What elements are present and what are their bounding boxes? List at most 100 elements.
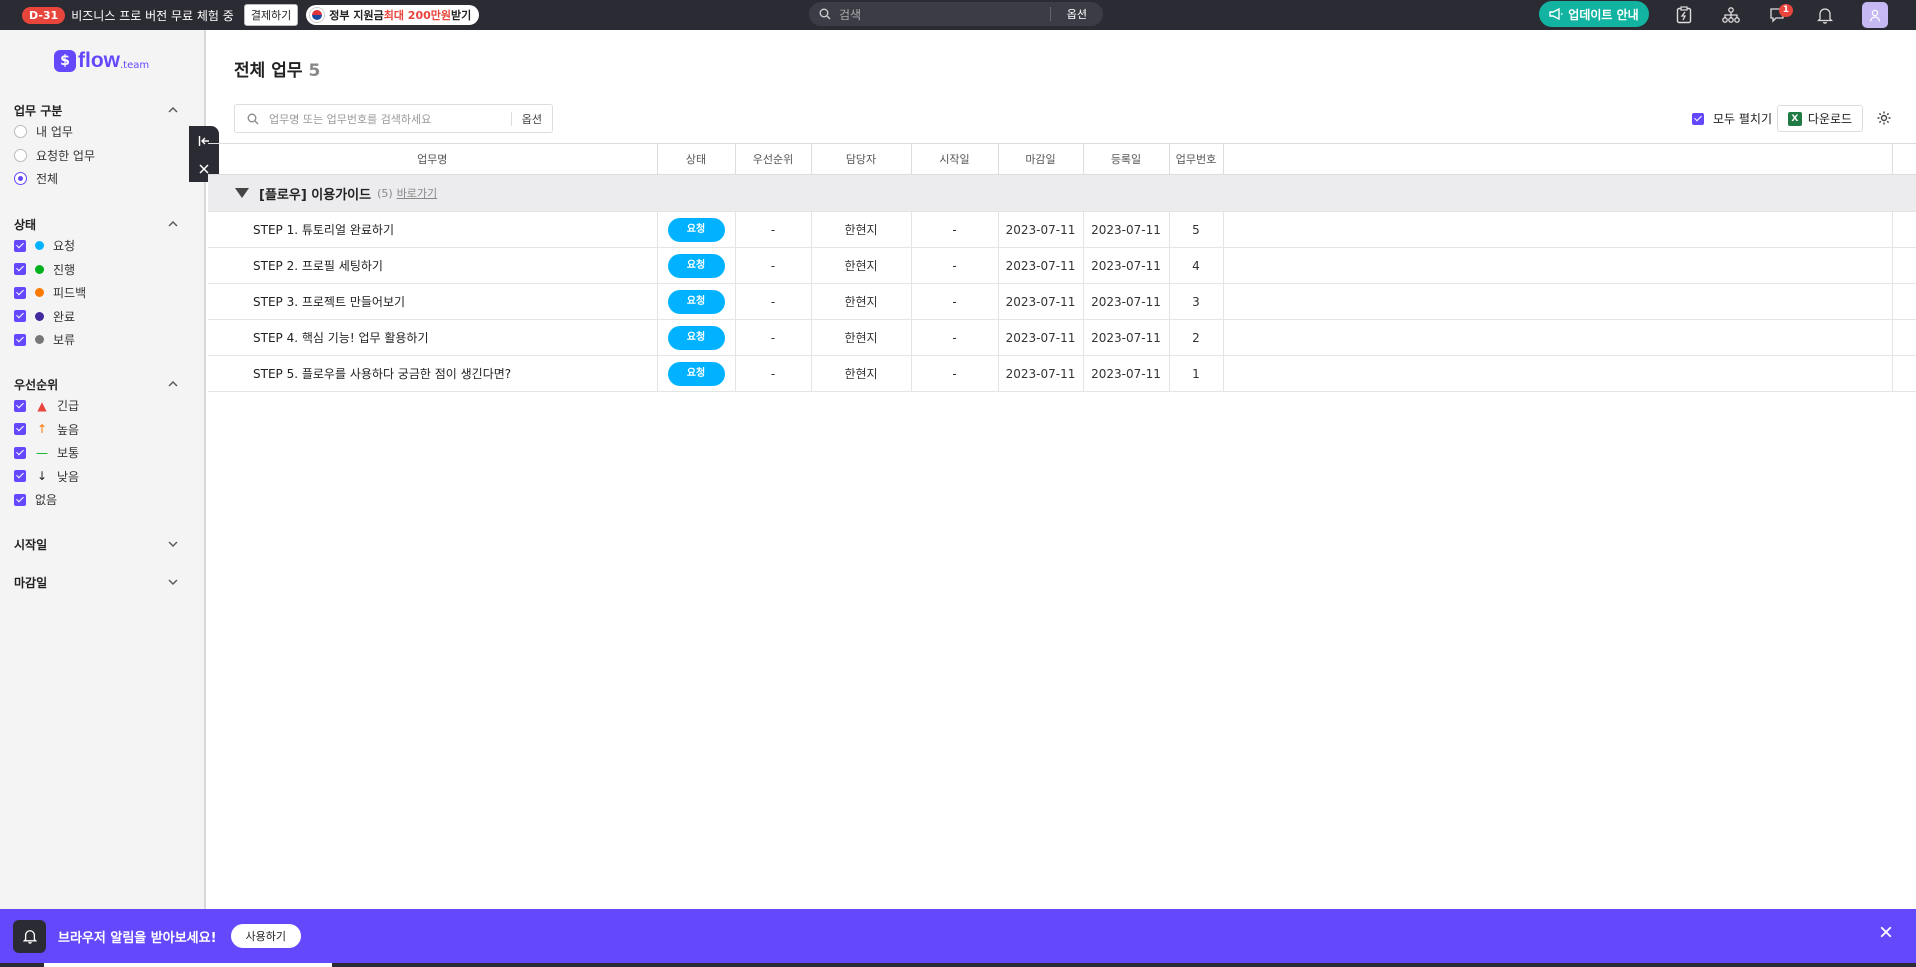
checkbox[interactable] <box>14 333 26 346</box>
task-name[interactable]: STEP 3. 프로젝트 만들어보기 <box>208 283 658 320</box>
status-header[interactable]: 상태 <box>14 214 178 234</box>
col-header-start-date[interactable]: 시작일 <box>911 143 999 175</box>
task-type-option-requested[interactable]: 요청한 업무 <box>14 144 178 168</box>
status-option-progress[interactable]: 진행 <box>14 258 178 282</box>
priority-option-high[interactable]: ↑ 높음 <box>14 418 178 442</box>
status-badge[interactable]: 요청 <box>667 217 725 242</box>
assignee-cell[interactable]: 한현지 <box>811 319 912 356</box>
priority-cell[interactable]: - <box>735 319 812 356</box>
radio-button[interactable] <box>14 125 27 139</box>
download-button[interactable]: X 다운로드 <box>1777 105 1863 132</box>
task-search[interactable]: 업무명 또는 업무번호를 검색하세요 옵션 <box>234 104 553 133</box>
pay-button[interactable]: 결제하기 <box>243 4 299 26</box>
start-date-cell[interactable]: - <box>911 247 999 284</box>
col-header-created-date[interactable]: 등록일 <box>1083 143 1170 175</box>
status-option-done[interactable]: 완료 <box>14 305 178 329</box>
user-avatar-icon[interactable] <box>1862 2 1888 28</box>
priority-cell[interactable]: - <box>735 283 812 320</box>
task-name[interactable]: STEP 5. 플로우를 사용하다 궁금한 점이 생긴다면? <box>208 355 658 392</box>
close-icon[interactable] <box>1880 926 1892 938</box>
priority-cell[interactable]: - <box>735 247 812 284</box>
expand-all-toggle[interactable]: 모두 펼치기 <box>1692 110 1772 127</box>
table-row[interactable]: STEP 5. 플로우를 사용하다 궁금한 점이 생긴다면? 요청 - 한현지 … <box>208 355 1916 392</box>
checkbox[interactable] <box>14 286 26 299</box>
bell-icon[interactable] <box>1814 4 1836 26</box>
collapse-triangle-icon[interactable] <box>235 188 249 198</box>
checkbox[interactable] <box>14 493 26 506</box>
col-header-due-date[interactable]: 마감일 <box>998 143 1084 175</box>
priority-header[interactable]: 우선순위 <box>14 374 178 394</box>
chat-icon[interactable]: 1 <box>1767 4 1793 26</box>
radio-button[interactable] <box>14 148 27 162</box>
task-type-header[interactable]: 업무 구분 <box>14 100 178 120</box>
due-date-cell[interactable]: 2023-07-11 <box>998 283 1084 320</box>
global-search-input[interactable]: 검색 <box>839 6 1050 23</box>
priority-option-normal[interactable]: — 보통 <box>14 441 178 465</box>
due-date-cell[interactable]: 2023-07-11 <box>998 319 1084 356</box>
checkbox[interactable] <box>14 446 26 459</box>
start-date-cell[interactable]: - <box>911 283 999 320</box>
update-notice-button[interactable]: 업데이트 안내 <box>1539 1 1649 27</box>
col-header-task-id[interactable]: 업무번호 <box>1169 143 1224 175</box>
task-type-option-mine[interactable]: 내 업무 <box>14 120 178 144</box>
checkbox[interactable] <box>1692 112 1704 125</box>
col-header-status[interactable]: 상태 <box>657 143 736 175</box>
search-option-button[interactable]: 옵션 <box>1051 6 1103 22</box>
lightning-clipboard-icon[interactable] <box>1673 4 1695 26</box>
priority-option-none[interactable]: 없음 <box>14 488 178 512</box>
task-name[interactable]: STEP 1. 튜토리얼 완료하기 <box>208 211 658 248</box>
start-date-header[interactable]: 시작일 <box>14 534 178 554</box>
task-type-option-all[interactable]: 전체 <box>14 167 178 191</box>
table-row[interactable]: STEP 1. 튜토리얼 완료하기 요청 - 한현지 - 2023-07-11 … <box>208 211 1916 248</box>
priority-option-urgent[interactable]: ▲ 긴급 <box>14 394 178 418</box>
group-shortcut-link[interactable]: 바로가기 <box>397 185 437 201</box>
status-option-feedback[interactable]: 피드백 <box>14 281 178 305</box>
priority-option-low[interactable]: ↓ 낮음 <box>14 465 178 489</box>
org-chart-icon[interactable] <box>1720 4 1742 26</box>
due-date-cell[interactable]: 2023-07-11 <box>998 247 1084 284</box>
status-option-hold[interactable]: 보류 <box>14 328 178 352</box>
gov-subsidy-banner[interactable]: 정부 지원금 최대 200만원 받기 <box>306 5 480 25</box>
checkbox[interactable] <box>14 239 26 252</box>
status-badge[interactable]: 요청 <box>667 325 725 350</box>
task-name[interactable]: STEP 2. 프로필 세팅하기 <box>208 247 658 284</box>
col-header-task-name[interactable]: 업무명 <box>208 143 658 175</box>
due-date-cell[interactable]: 2023-07-11 <box>998 355 1084 392</box>
checkbox[interactable] <box>14 470 26 483</box>
checkbox[interactable] <box>14 423 26 436</box>
assignee-cell[interactable]: 한현지 <box>811 211 912 248</box>
checkbox[interactable] <box>14 263 26 276</box>
assignee-cell[interactable]: 한현지 <box>811 355 912 392</box>
status-badge[interactable]: 요청 <box>667 361 725 386</box>
assignee-cell[interactable]: 한현지 <box>811 247 912 284</box>
col-header-assignee[interactable]: 담당자 <box>811 143 912 175</box>
start-date-cell[interactable]: - <box>911 355 999 392</box>
status-badge[interactable]: 요청 <box>667 253 725 278</box>
status-badge[interactable]: 요청 <box>667 289 725 314</box>
assignee-cell[interactable]: 한현지 <box>811 283 912 320</box>
gear-icon[interactable] <box>1876 110 1892 126</box>
task-search-input[interactable]: 업무명 또는 업무번호를 검색하세요 <box>269 111 511 127</box>
due-date-header[interactable]: 마감일 <box>14 572 178 592</box>
checkbox[interactable] <box>14 399 26 412</box>
col-header-priority[interactable]: 우선순위 <box>735 143 812 175</box>
table-row[interactable]: STEP 3. 프로젝트 만들어보기 요청 - 한현지 - 2023-07-11… <box>208 283 1916 320</box>
start-date-cell[interactable]: - <box>911 211 999 248</box>
global-search[interactable]: 검색 옵션 <box>809 2 1103 26</box>
priority-cell[interactable]: - <box>735 211 812 248</box>
checkbox[interactable] <box>14 310 26 323</box>
due-date-cell[interactable]: 2023-07-11 <box>998 211 1084 248</box>
table-row[interactable]: STEP 4. 핵심 기능! 업무 활용하기 요청 - 한현지 - 2023-0… <box>208 319 1916 356</box>
task-name[interactable]: STEP 4. 핵심 기능! 업무 활용하기 <box>208 319 658 356</box>
flow-logo[interactable]: $ flow .team <box>54 49 149 73</box>
radio-button-selected[interactable] <box>14 172 27 186</box>
start-date-cell[interactable]: - <box>911 319 999 356</box>
group-header[interactable]: [플로우] 이용가이드 (5) 바로가기 <box>208 184 1916 203</box>
table-row[interactable]: STEP 2. 프로필 세팅하기 요청 - 한현지 - 2023-07-11 2… <box>208 247 1916 284</box>
status-option-request[interactable]: 요청 <box>14 234 178 258</box>
task-search-option-button[interactable]: 옵션 <box>512 111 552 127</box>
group-row[interactable]: [플로우] 이용가이드 (5) 바로가기 <box>208 174 1916 212</box>
scroll-thumb[interactable] <box>44 963 332 967</box>
priority-cell[interactable]: - <box>735 355 812 392</box>
enable-notifications-button[interactable]: 사용하기 <box>230 924 301 948</box>
